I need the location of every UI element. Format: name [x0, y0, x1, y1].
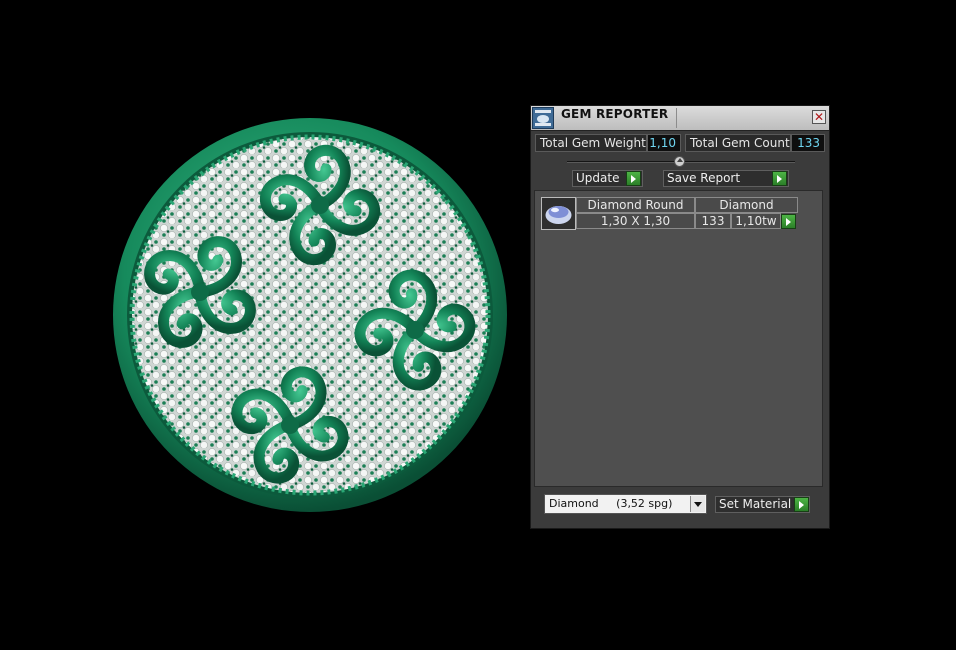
- gem-shape-cell: Diamond Round: [576, 197, 695, 213]
- chevron-down-icon[interactable]: [690, 496, 705, 512]
- save-report-button[interactable]: Save Report: [663, 170, 789, 187]
- save-report-play-arrow-icon[interactable]: [772, 171, 787, 186]
- pendant-render: [113, 118, 507, 512]
- total-gem-weight-value: 1,10: [647, 134, 681, 152]
- viewport-3d[interactable]: [0, 0, 520, 650]
- title-divider: [676, 108, 677, 128]
- set-material-button-label: Set Material: [719, 497, 792, 511]
- total-gem-count-label: Total Gem Count: [685, 134, 791, 152]
- set-material-play-arrow-icon[interactable]: [794, 497, 809, 512]
- gem-material-cell: Diamond: [695, 197, 798, 213]
- panel-title: GEM REPORTER: [561, 107, 669, 121]
- total-gem-weight-label: Total Gem Weight: [535, 134, 647, 152]
- title-bar[interactable]: GEM REPORTER ✕: [531, 106, 829, 131]
- gem-list[interactable]: Diamond Round Diamond 1,30 X 1,30 133 1,…: [534, 190, 823, 487]
- gem-reporter-app-icon: [532, 107, 554, 129]
- gem-reporter-panel: GEM REPORTER ✕ Total Gem Weight 1,10 Tot…: [530, 105, 830, 529]
- round-diamond-icon: [541, 197, 576, 230]
- gem-weight-cell: 1,10tw: [731, 213, 781, 229]
- material-select[interactable]: Diamond (3,52 spg): [544, 494, 707, 514]
- slider-handle[interactable]: [674, 156, 685, 167]
- gem-row-play-arrow-icon[interactable]: [781, 214, 796, 229]
- list-item[interactable]: Diamond Round Diamond 1,30 X 1,30 133 1,…: [541, 197, 803, 231]
- gem-size-cell: 1,30 X 1,30: [576, 213, 695, 229]
- material-select-value: Diamond (3,52 spg): [549, 497, 673, 510]
- update-button-label: Update: [576, 171, 620, 185]
- total-gem-count-value: 133: [791, 134, 825, 152]
- save-report-button-label: Save Report: [667, 171, 741, 185]
- close-icon[interactable]: ✕: [812, 110, 826, 124]
- gem-count-cell: 133: [695, 213, 731, 229]
- update-play-arrow-icon[interactable]: [626, 171, 641, 186]
